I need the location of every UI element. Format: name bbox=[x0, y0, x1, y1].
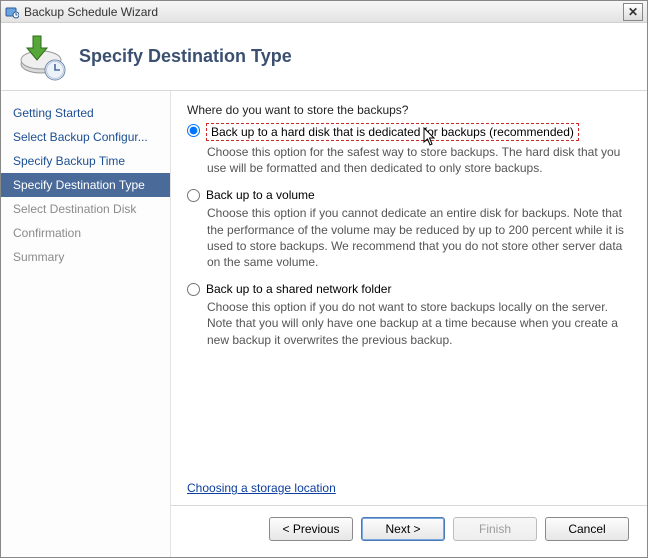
previous-button[interactable]: < Previous bbox=[269, 517, 353, 541]
step-select-destination-disk: Select Destination Disk bbox=[1, 197, 170, 221]
finish-button: Finish bbox=[453, 517, 537, 541]
window-title: Backup Schedule Wizard bbox=[24, 5, 623, 19]
close-button[interactable]: ✕ bbox=[623, 3, 643, 21]
option-volume: Back up to a volume Choose this option i… bbox=[187, 188, 625, 270]
next-button[interactable]: Next > bbox=[361, 517, 445, 541]
app-icon bbox=[5, 5, 19, 19]
page-title: Specify Destination Type bbox=[79, 46, 292, 67]
step-confirmation: Confirmation bbox=[1, 221, 170, 245]
header-icon bbox=[15, 30, 69, 84]
step-summary: Summary bbox=[1, 245, 170, 269]
content-pane: Where do you want to store the backups? … bbox=[171, 91, 647, 557]
option-volume-label[interactable]: Back up to a volume bbox=[206, 188, 315, 202]
option-dedicated-disk: Back up to a hard disk that is dedicated… bbox=[187, 123, 625, 176]
radio-volume[interactable] bbox=[187, 189, 200, 202]
wizard-window: Backup Schedule Wizard ✕ Specify Destina… bbox=[0, 0, 648, 558]
wizard-footer: < Previous Next > Finish Cancel bbox=[171, 505, 647, 551]
step-select-backup-config[interactable]: Select Backup Configur... bbox=[1, 125, 170, 149]
question-text: Where do you want to store the backups? bbox=[187, 103, 625, 117]
step-sidebar: Getting Started Select Backup Configur..… bbox=[1, 91, 171, 557]
step-specify-destination-type[interactable]: Specify Destination Type bbox=[1, 173, 170, 197]
radio-dedicated-disk[interactable] bbox=[187, 124, 200, 137]
step-specify-backup-time[interactable]: Specify Backup Time bbox=[1, 149, 170, 173]
option-network-folder-desc: Choose this option if you do not want to… bbox=[207, 299, 625, 348]
titlebar: Backup Schedule Wizard ✕ bbox=[1, 1, 647, 23]
cancel-button[interactable]: Cancel bbox=[545, 517, 629, 541]
step-getting-started[interactable]: Getting Started bbox=[1, 101, 170, 125]
option-dedicated-disk-desc: Choose this option for the safest way to… bbox=[207, 144, 625, 176]
option-network-folder-label[interactable]: Back up to a shared network folder bbox=[206, 282, 391, 296]
option-network-folder: Back up to a shared network folder Choos… bbox=[187, 282, 625, 348]
wizard-header: Specify Destination Type bbox=[1, 23, 647, 91]
option-volume-desc: Choose this option if you cannot dedicat… bbox=[207, 205, 625, 270]
help-link-storage-location[interactable]: Choosing a storage location bbox=[187, 481, 625, 495]
radio-network-folder[interactable] bbox=[187, 283, 200, 296]
wizard-body: Getting Started Select Backup Configur..… bbox=[1, 91, 647, 557]
option-dedicated-disk-label[interactable]: Back up to a hard disk that is dedicated… bbox=[206, 123, 579, 141]
close-icon: ✕ bbox=[628, 5, 638, 19]
